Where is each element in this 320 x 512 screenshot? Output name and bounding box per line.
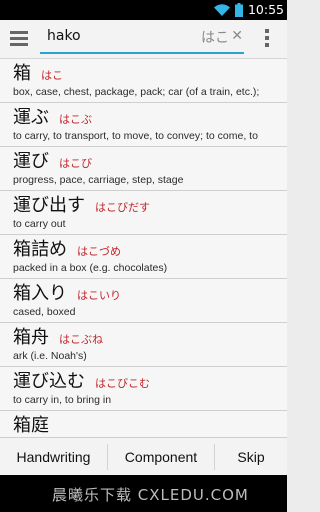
entry-reading: はこづめ	[77, 245, 121, 258]
search-reading-hint: はこ	[201, 30, 229, 46]
entry-reading: はこ	[41, 69, 63, 82]
entry-word: 箱舟	[13, 327, 49, 348]
list-item[interactable]: 箱庭	[0, 411, 287, 437]
list-item[interactable]: 運び出す はこびだす to carry out	[0, 191, 287, 235]
entry-meaning: box, case, chest, package, pack; car (of…	[13, 86, 260, 98]
entry-word: 運び	[13, 151, 49, 172]
entry-header: 箱詰め はこづめ	[13, 235, 287, 260]
list-item[interactable]: 箱舟 はこぶね ark (i.e. Noah's)	[0, 323, 287, 367]
status-bar: 10:55	[0, 0, 287, 20]
navigation-bar: 晨曦乐下载 CXLEDU.COM	[0, 475, 287, 512]
entry-meaning: to carry, to transport, to move, to conv…	[13, 130, 258, 142]
watermark: 晨曦乐下载 CXLEDU.COM	[52, 486, 249, 504]
entry-header: 箱はこ	[13, 59, 287, 84]
entry-header: 箱庭	[13, 411, 287, 436]
list-item[interactable]: 運び込む はこびこむ to carry in, to bring in	[0, 367, 287, 411]
entry-word: 箱	[13, 63, 31, 84]
wifi-icon	[213, 3, 230, 16]
list-item[interactable]: 運び はこび progress, pace, carriage, step, sta…	[0, 147, 287, 191]
entry-reading: はこびだす	[95, 201, 150, 214]
entry-meaning: progress, pace, carriage, step, stage	[13, 174, 184, 186]
status-time: 10:55	[247, 2, 284, 17]
entry-header: 運び出す はこびだす	[13, 191, 287, 216]
overflow-menu-icon[interactable]	[265, 29, 270, 50]
entry-word: 箱入り	[13, 283, 67, 304]
entry-word: 運び出す	[13, 195, 85, 216]
entry-meaning: to carry out	[13, 218, 66, 230]
entry-reading: はこいり	[77, 289, 121, 302]
entry-meaning: ark (i.e. Noah's)	[13, 350, 87, 362]
action-bar: hako はこ ✕	[0, 20, 287, 59]
list-item[interactable]: 箱はこ box, case, chest, package, pack; car …	[0, 59, 287, 103]
list-item[interactable]: 箱詰め はこづめ packed in a box (e.g. chocolates)	[0, 235, 287, 279]
entry-word: 箱庭	[13, 415, 49, 436]
bottom-bar: Handwriting Component Skip	[0, 437, 287, 476]
entry-header: 箱入り はこいり	[13, 279, 287, 304]
entry-word: 運ぶ	[13, 107, 49, 128]
entry-header: 運び込む はこびこむ	[13, 367, 287, 392]
handwriting-button[interactable]: Handwriting	[0, 438, 107, 476]
entry-meaning: to carry in, to bring in	[13, 394, 112, 406]
entry-reading: はこびこむ	[95, 377, 150, 390]
entry-header: 箱舟 はこぶね	[13, 323, 287, 348]
battery-icon	[234, 2, 243, 17]
list-item[interactable]: 運ぶ はこぶ to carry, to transport, to move, to…	[0, 103, 287, 147]
list-item[interactable]: 箱入り はこいり cased, boxed	[0, 279, 287, 323]
entry-header: 運び はこび	[13, 147, 287, 172]
menu-icon[interactable]	[10, 31, 28, 47]
entry-word: 運び込む	[13, 371, 85, 392]
component-button[interactable]: Component	[108, 438, 214, 476]
entry-word: 箱詰め	[13, 239, 67, 260]
entry-meaning: cased, boxed	[13, 306, 76, 318]
entry-meaning: packed in a box (e.g. chocolates)	[13, 262, 168, 274]
search-input[interactable]: hako	[47, 28, 81, 44]
entry-reading: はこぶ	[59, 113, 92, 126]
results-list[interactable]: 箱はこ box, case, chest, package, pack; car …	[0, 59, 287, 437]
entry-header: 運ぶ はこぶ	[13, 103, 287, 128]
close-icon[interactable]: ✕	[231, 28, 243, 44]
entry-reading: はこぶね	[59, 333, 103, 346]
entry-reading: はこび	[59, 157, 92, 170]
skip-button[interactable]: Skip	[215, 438, 287, 476]
search-field[interactable]: hako はこ ✕	[40, 26, 244, 54]
